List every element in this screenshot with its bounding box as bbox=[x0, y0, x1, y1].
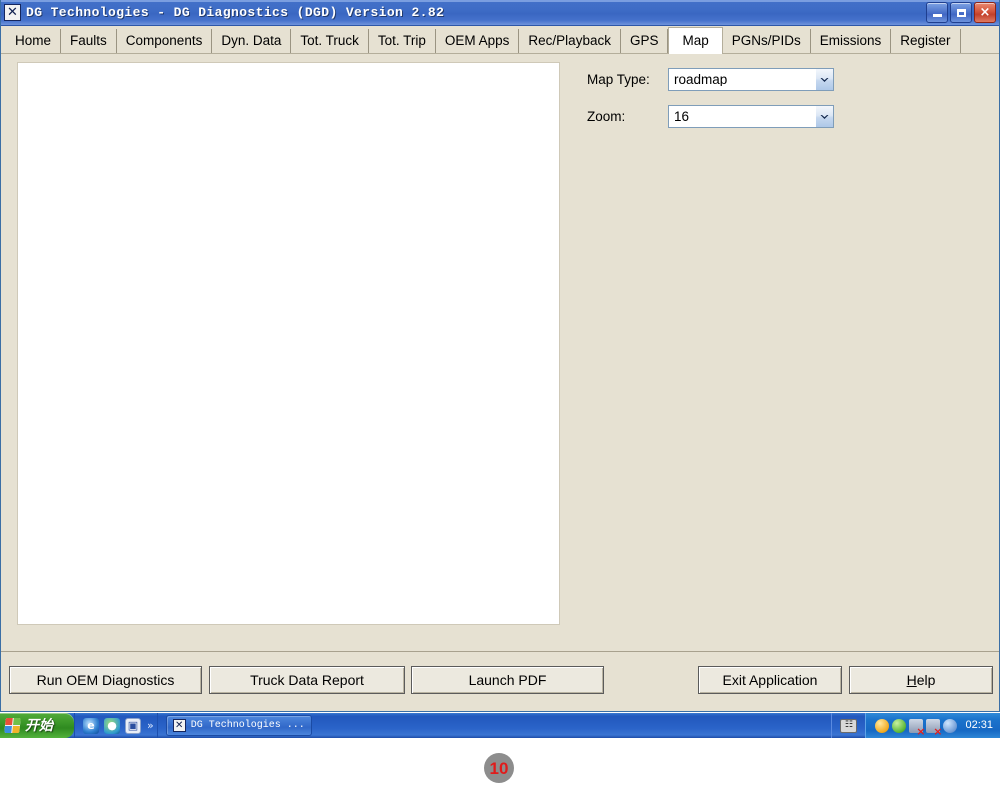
title-bar[interactable]: ✕ DG Technologies - DG Diagnostics (DGD)… bbox=[1, 0, 999, 26]
tab-label: Tot. Trip bbox=[377, 33, 426, 49]
tab-oem-apps[interactable]: OEM Apps bbox=[435, 29, 520, 53]
shield-icon[interactable] bbox=[875, 718, 890, 733]
windows-flag-icon bbox=[4, 718, 21, 733]
maximize-button[interactable] bbox=[950, 2, 972, 23]
zoom-row: Zoom: 16 bbox=[587, 105, 887, 128]
truck-data-report-button[interactable]: Truck Data Report bbox=[209, 666, 405, 694]
map-type-value: roadmap bbox=[674, 72, 728, 87]
tab-pgns-pids[interactable]: PGNs/PIDs bbox=[722, 29, 811, 53]
map-type-select[interactable]: roadmap bbox=[668, 68, 834, 91]
button-label: Exit Application bbox=[722, 672, 818, 688]
tab-label: Components bbox=[125, 33, 203, 49]
tab-label: Emissions bbox=[819, 33, 882, 49]
button-label: elp bbox=[916, 672, 936, 688]
run-oem-diagnostics-button[interactable]: Run OEM Diagnostics bbox=[9, 666, 202, 694]
window-title: DG Technologies - DG Diagnostics (DGD) V… bbox=[26, 5, 445, 20]
volume-icon[interactable] bbox=[943, 718, 958, 733]
start-button-label: 开始 bbox=[25, 717, 53, 734]
map-type-row: Map Type: roadmap bbox=[587, 68, 887, 91]
language-bar[interactable]: ☷ bbox=[831, 713, 865, 738]
tab-bar: Home Faults Components Dyn. Data Tot. Tr… bbox=[1, 26, 999, 54]
media-player-icon[interactable]: ▣ bbox=[125, 717, 141, 734]
start-button[interactable]: 开始 bbox=[0, 713, 74, 738]
bottom-button-bar: Run OEM Diagnostics Truck Data Report La… bbox=[1, 651, 999, 711]
taskbar: 开始 e ● ▣ » ✕ DG Technologies ... ☷ 02:31 bbox=[0, 713, 1000, 738]
app-icon: ✕ bbox=[4, 4, 21, 21]
green-arrow-icon[interactable] bbox=[892, 718, 907, 733]
map-options-group: Map Type: roadmap Zoom: 16 bbox=[587, 68, 887, 142]
network-disconnected-icon[interactable] bbox=[909, 718, 925, 737]
tab-register[interactable]: Register bbox=[891, 29, 961, 53]
taskbar-item-label: DG Technologies ... bbox=[190, 719, 305, 731]
task-button-area: ✕ DG Technologies ... bbox=[156, 713, 832, 738]
app-icon: ✕ bbox=[172, 719, 186, 732]
clock[interactable]: 02:31 bbox=[960, 720, 993, 731]
tab-tot-truck[interactable]: Tot. Truck bbox=[291, 29, 369, 53]
chevron-down-icon[interactable] bbox=[815, 106, 833, 127]
window-controls: × bbox=[926, 2, 996, 23]
tab-label: Home bbox=[15, 33, 52, 49]
map-tab-content: Map Type: roadmap Zoom: 16 bbox=[1, 54, 999, 650]
tab-label: Dyn. Data bbox=[221, 33, 282, 49]
minimize-button[interactable] bbox=[926, 2, 948, 23]
keyboard-icon: ☷ bbox=[840, 718, 858, 733]
desktop-root: ✕ DG Technologies - DG Diagnostics (DGD)… bbox=[0, 0, 1000, 803]
system-tray: 02:31 bbox=[865, 713, 1000, 738]
tab-label: Faults bbox=[70, 33, 107, 49]
tab-rec-playback[interactable]: Rec/Playback bbox=[519, 29, 621, 53]
zoom-label: Zoom: bbox=[587, 108, 626, 124]
tab-map[interactable]: Map bbox=[668, 27, 723, 54]
minimize-icon bbox=[932, 14, 942, 17]
button-label-accelerator: H bbox=[906, 672, 917, 688]
tab-dyn-data[interactable]: Dyn. Data bbox=[212, 29, 292, 53]
map-display-panel[interactable] bbox=[17, 62, 560, 625]
close-button[interactable]: × bbox=[974, 2, 996, 23]
quick-launch-bar: e ● ▣ » bbox=[74, 713, 157, 738]
zoom-value: 16 bbox=[674, 109, 690, 124]
button-label: Launch PDF bbox=[468, 672, 547, 688]
help-button[interactable]: Help bbox=[849, 666, 993, 694]
network-disconnected-icon[interactable] bbox=[926, 718, 942, 737]
tab-label: OEM Apps bbox=[444, 33, 510, 49]
tab-label: Tot. Truck bbox=[300, 33, 359, 49]
tab-label: Map bbox=[682, 33, 709, 49]
tab-tot-trip[interactable]: Tot. Trip bbox=[368, 29, 436, 53]
step-number-badge: 10 bbox=[484, 753, 514, 783]
button-label: Run OEM Diagnostics bbox=[36, 672, 175, 688]
tab-label: Register bbox=[900, 33, 951, 49]
taskbar-item-dg-technologies[interactable]: ✕ DG Technologies ... bbox=[165, 715, 312, 736]
internet-explorer-icon[interactable]: e bbox=[83, 717, 99, 734]
tab-gps[interactable]: GPS bbox=[620, 29, 669, 53]
tab-emissions[interactable]: Emissions bbox=[810, 29, 892, 53]
quick-launch-overflow-icon[interactable]: » bbox=[146, 720, 154, 731]
tab-faults[interactable]: Faults bbox=[61, 29, 117, 53]
tab-components[interactable]: Components bbox=[116, 29, 213, 53]
zoom-select[interactable]: 16 bbox=[668, 105, 834, 128]
tab-label: GPS bbox=[629, 33, 659, 49]
exit-application-button[interactable]: Exit Application bbox=[698, 666, 842, 694]
tab-label: PGNs/PIDs bbox=[731, 33, 801, 49]
browser-icon[interactable]: ● bbox=[104, 717, 120, 734]
application-window: ✕ DG Technologies - DG Diagnostics (DGD)… bbox=[0, 0, 1000, 712]
close-icon: × bbox=[979, 4, 991, 20]
map-type-label: Map Type: bbox=[587, 71, 650, 87]
tab-label: Rec/Playback bbox=[528, 33, 611, 49]
button-label: Truck Data Report bbox=[250, 672, 364, 688]
tab-home[interactable]: Home bbox=[5, 29, 62, 53]
maximize-icon bbox=[956, 8, 966, 17]
launch-pdf-button[interactable]: Launch PDF bbox=[411, 666, 604, 694]
chevron-down-icon[interactable] bbox=[815, 69, 833, 90]
